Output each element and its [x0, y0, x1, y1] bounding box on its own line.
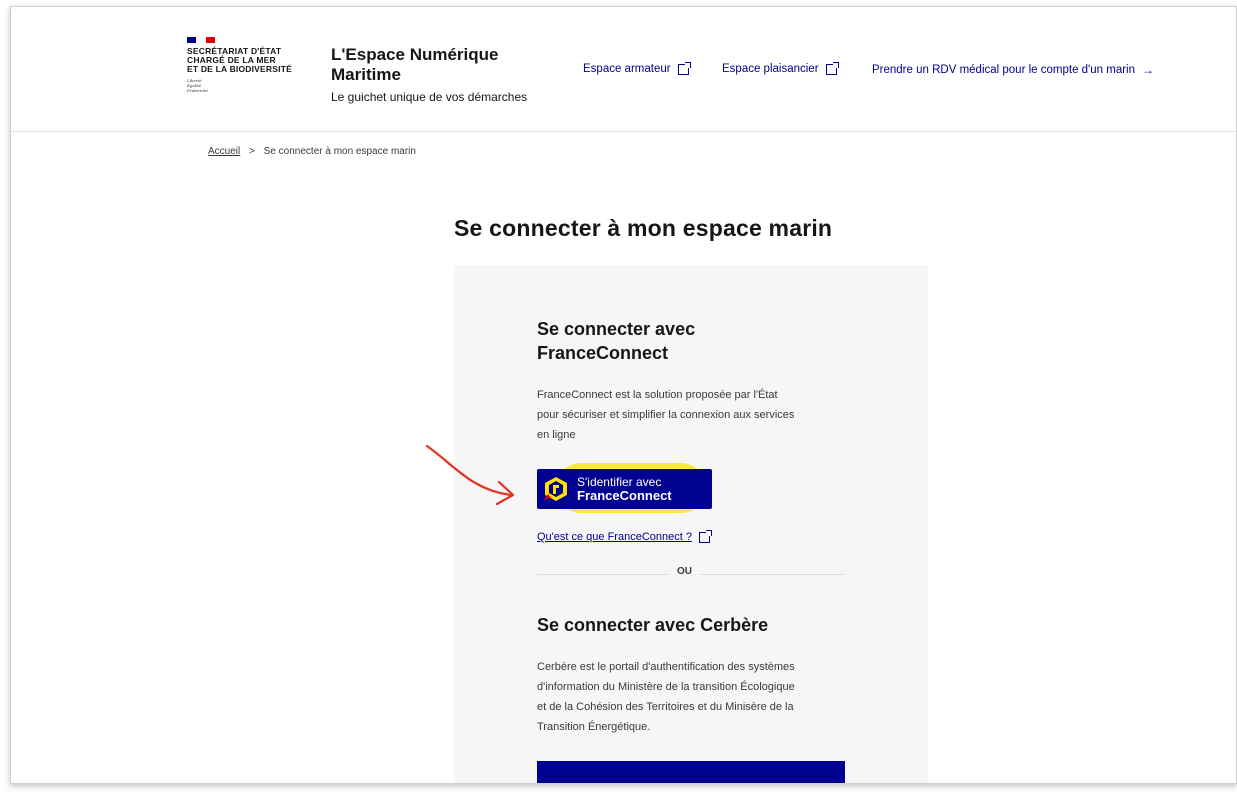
cerbere-description: Cerbère est le portail d'authentificatio… — [537, 657, 867, 737]
nav-label: Espace armateur — [583, 63, 671, 75]
page-title: Se connecter à mon espace marin — [454, 215, 833, 241]
site-title-line: Maritime — [331, 65, 401, 84]
site-header: Secrétariat d'État chargé de la mer et d… — [11, 7, 1236, 132]
external-link-icon — [698, 529, 712, 543]
description-line: en ligne — [537, 429, 576, 441]
franceconnect-logo-icon — [543, 476, 569, 502]
franceconnect-button-label: S'identifier avec FranceConnect — [577, 476, 672, 503]
ministry-line: et de la biodiversité — [187, 64, 292, 74]
cerbere-button[interactable] — [537, 761, 845, 783]
heading-line: Se connecter avec — [537, 319, 696, 339]
nav-espace-plaisancier[interactable]: Espace plaisancier — [722, 61, 839, 75]
browser-page: Secrétariat d'État chargé de la mer et d… — [10, 6, 1237, 784]
franceconnect-button[interactable]: S'identifier avec FranceConnect — [537, 469, 712, 509]
franceconnect-heading: Se connecter avec FranceConnect — [537, 317, 695, 365]
flag-icon — [187, 37, 215, 43]
external-link-icon — [825, 61, 839, 75]
login-panel: Se connecter avec FranceConnect FranceCo… — [454, 265, 928, 783]
breadcrumb-separator: > — [249, 146, 255, 157]
description-line: et de la Cohésion des Territoires et du … — [537, 701, 794, 713]
cerbere-heading: Se connecter avec Cerbère — [537, 615, 769, 635]
republic-motto: Liberté Égalité Fraternité — [187, 78, 327, 93]
government-logo[interactable]: Secrétariat d'État chargé de la mer et d… — [187, 37, 327, 93]
nav-label: Prendre un RDV médical pour le compte d'… — [872, 64, 1135, 76]
description-line: pour sécuriser et simplifier la connexio… — [537, 409, 795, 421]
help-link-label: Qu'est ce que FranceConnect ? — [537, 531, 692, 543]
description-line: FranceConnect est la solution proposée p… — [537, 389, 778, 401]
breadcrumb-current: Se connecter à mon espace marin — [263, 146, 416, 157]
nav-label: Espace plaisancier — [722, 63, 819, 75]
nav-espace-armateur[interactable]: Espace armateur — [583, 61, 691, 75]
motto-line: Fraternité — [187, 88, 208, 93]
nav-rdv-medical[interactable]: Prendre un RDV médical pour le compte d'… — [872, 63, 1154, 77]
site-tagline: Le guichet unique de vos démarches — [331, 90, 528, 104]
arrow-right-icon: → — [1142, 63, 1154, 77]
red-annotation-arrow-icon — [425, 444, 515, 506]
external-link-icon — [677, 61, 691, 75]
description-line: Cerbère est le portail d'authentificatio… — [537, 661, 795, 673]
description-line: d'information du Ministère de la transit… — [537, 681, 795, 693]
franceconnect-help-link[interactable]: Qu'est ce que FranceConnect ? — [537, 529, 712, 543]
franceconnect-description: FranceConnect est la solution proposée p… — [537, 385, 837, 445]
heading-line: FranceConnect — [537, 343, 669, 363]
description-line: Transition Énergétique. — [537, 721, 651, 733]
breadcrumb-home-link[interactable]: Accueil — [208, 146, 240, 157]
site-title[interactable]: L'Espace Numérique Maritime — [331, 45, 499, 85]
separator-text: OU — [669, 566, 700, 577]
button-line: FranceConnect — [577, 488, 672, 503]
breadcrumb: Accueil > Se connecter à mon espace mari… — [208, 146, 416, 157]
ministry-name: Secrétariat d'État chargé de la mer et d… — [187, 47, 327, 74]
site-title-line: L'Espace Numérique — [331, 45, 499, 64]
